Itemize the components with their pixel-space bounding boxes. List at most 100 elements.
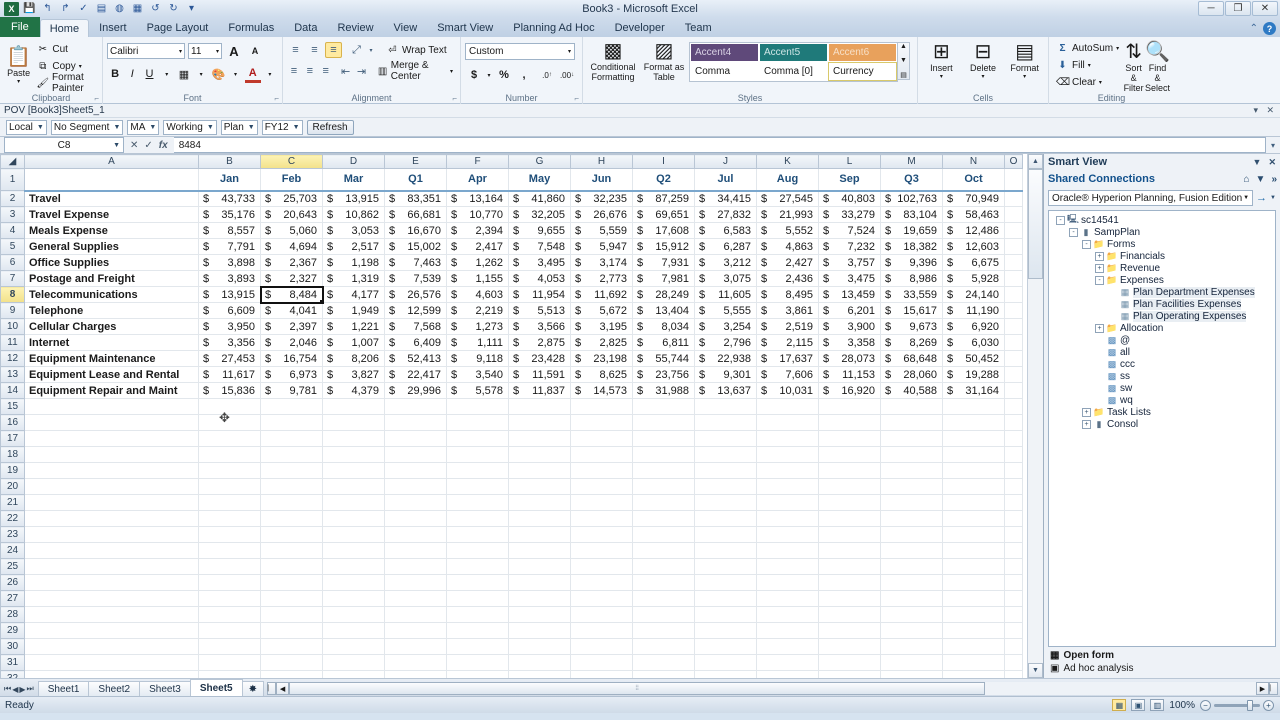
value-cell[interactable]: $3,195	[570, 318, 633, 335]
empty-cell[interactable]	[632, 590, 695, 607]
connection-row[interactable]: Oracle® Hyperion Planning, Fusion Editio…	[1044, 188, 1280, 208]
empty-cell[interactable]	[632, 446, 695, 463]
tree-node[interactable]: - 📁 Expenses	[1052, 274, 1275, 286]
value-cell[interactable]: $2,397	[260, 318, 323, 335]
table-row[interactable]: 30	[0, 638, 1023, 655]
vertical-scroll-thumb[interactable]	[1027, 169, 1043, 279]
value-cell[interactable]: $55,744	[632, 350, 695, 367]
align-bottom-icon[interactable]: ≡	[325, 42, 342, 58]
value-cell[interactable]: $13,915	[322, 190, 385, 207]
empty-cell[interactable]	[384, 510, 447, 527]
empty-cell[interactable]	[198, 606, 261, 623]
value-cell[interactable]: $41,860	[508, 190, 571, 207]
empty-cell[interactable]	[260, 398, 323, 415]
value-cell[interactable]: $1,273	[446, 318, 509, 335]
value-cell[interactable]: $27,832	[694, 206, 757, 223]
comma-format-button[interactable]: ,	[515, 66, 533, 84]
empty-cell[interactable]	[446, 430, 509, 447]
align-middle-icon[interactable]: ≡	[306, 42, 323, 58]
sheet-tab-sheet3[interactable]: Sheet3	[139, 681, 191, 696]
empty-cell[interactable]	[942, 414, 1005, 431]
value-cell[interactable]: $5,559	[570, 222, 633, 239]
column-header-k[interactable]: K	[756, 154, 819, 169]
empty-cell[interactable]	[322, 398, 385, 415]
empty-cell[interactable]	[1004, 478, 1023, 495]
tab-insert[interactable]: Insert	[89, 18, 137, 37]
value-cell[interactable]: $11,837	[508, 382, 571, 399]
row-header-11[interactable]: 11	[0, 334, 25, 351]
value-cell[interactable]	[1004, 318, 1023, 335]
sheet-nav-buttons[interactable]: ⏮ ◀ ▶ ⏭	[0, 684, 38, 696]
empty-cell[interactable]	[322, 430, 385, 447]
zoom-in-button[interactable]: +	[1263, 699, 1274, 711]
table-row[interactable]: 6 Office Supplies $3,898 $2,367 $1,198 $7,463…	[0, 254, 1023, 271]
column-header-m[interactable]: M	[880, 154, 943, 169]
zoom-track[interactable]	[1214, 699, 1260, 711]
empty-cell[interactable]	[198, 654, 261, 671]
fill-button[interactable]: ⬇ Fill ▾	[1053, 57, 1122, 73]
empty-cell[interactable]	[880, 510, 943, 527]
table-row[interactable]: 4 Meals Expense $8,557 $5,060 $3,053 $16,670 $…	[0, 222, 1023, 239]
empty-cell[interactable]	[570, 622, 633, 639]
empty-cell[interactable]	[446, 414, 509, 431]
account-label-cell[interactable]: Telecommunications	[24, 286, 199, 303]
value-cell[interactable]: $13,637	[694, 382, 757, 399]
empty-cell[interactable]	[756, 590, 819, 607]
table-row[interactable]: 12 Equipment Maintenance $27,453 $16,754 $8,…	[0, 350, 1023, 367]
empty-cell[interactable]	[818, 542, 881, 559]
empty-cell[interactable]	[384, 446, 447, 463]
empty-cell[interactable]	[260, 574, 323, 591]
empty-cell[interactable]	[756, 654, 819, 671]
normal-view-icon[interactable]: ▦	[1112, 699, 1127, 711]
value-cell[interactable]: $1,319	[322, 270, 385, 287]
value-cell[interactable]: $2,417	[446, 238, 509, 255]
tree-node[interactable]: - 🖳 sc14541	[1052, 214, 1275, 226]
tab-home[interactable]: Home	[39, 19, 90, 38]
empty-cell[interactable]	[198, 510, 261, 527]
table-row[interactable]: 20	[0, 478, 1023, 495]
empty-cell[interactable]	[756, 446, 819, 463]
row-header-6[interactable]: 6	[0, 254, 25, 271]
table-row[interactable]: 26	[0, 574, 1023, 591]
empty-cell[interactable]	[446, 670, 509, 678]
account-label-cell[interactable]: General Supplies	[24, 238, 199, 255]
copy-chevron-icon[interactable]: ▾	[79, 63, 82, 70]
pov-refresh-button[interactable]: Refresh	[306, 120, 354, 135]
merge-chevron-icon[interactable]: ▾	[450, 68, 453, 75]
underline-chevron-icon[interactable]: ▾	[159, 65, 175, 83]
shrink-font-button[interactable]: A	[246, 42, 264, 60]
empty-cell[interactable]	[942, 622, 1005, 639]
empty-cell[interactable]	[24, 398, 199, 415]
empty-cell[interactable]	[446, 478, 509, 495]
conditional-formatting-button[interactable]: ▩ Conditional Formatting	[587, 39, 639, 82]
value-cell[interactable]: $7,232	[818, 238, 881, 255]
insert-function-icon[interactable]: fx	[159, 140, 168, 151]
value-cell[interactable]: $18,382	[880, 238, 943, 255]
fill-color-chevron-icon[interactable]: ▾	[227, 65, 243, 83]
redo-icon[interactable]: ↱	[58, 1, 73, 16]
excel-logo-icon[interactable]: X	[4, 1, 19, 16]
empty-cell[interactable]	[198, 526, 261, 543]
value-cell[interactable]: $11,591	[508, 366, 571, 383]
empty-cell[interactable]	[818, 510, 881, 527]
row-header-3[interactable]: 3	[0, 206, 25, 223]
empty-cell[interactable]	[384, 622, 447, 639]
empty-cell[interactable]	[508, 654, 571, 671]
empty-cell[interactable]	[446, 590, 509, 607]
empty-cell[interactable]	[756, 478, 819, 495]
table-row[interactable]: 14 Equipment Repair and Maint $15,836 $9,78…	[0, 382, 1023, 399]
value-cell[interactable]: $66,681	[384, 206, 447, 223]
tree-node[interactable]: + 📁 Allocation	[1052, 322, 1275, 334]
empty-cell[interactable]	[322, 526, 385, 543]
empty-cell[interactable]	[198, 574, 261, 591]
empty-cell[interactable]	[198, 446, 261, 463]
column-header-a[interactable]: A	[24, 154, 199, 169]
value-cell[interactable]: $7,931	[632, 254, 695, 271]
ribbon-help-controls[interactable]: ⌃ ?	[1250, 22, 1276, 35]
number-dialog-launcher[interactable]: ⌐	[574, 94, 579, 103]
value-cell[interactable]: $28,060	[880, 366, 943, 383]
empty-cell[interactable]	[880, 622, 943, 639]
styles-scroll-up-icon[interactable]: ▲	[900, 43, 907, 50]
account-label-cell[interactable]: Office Supplies	[24, 254, 199, 271]
pov-selector-plan[interactable]: Plan ▼	[220, 120, 258, 135]
